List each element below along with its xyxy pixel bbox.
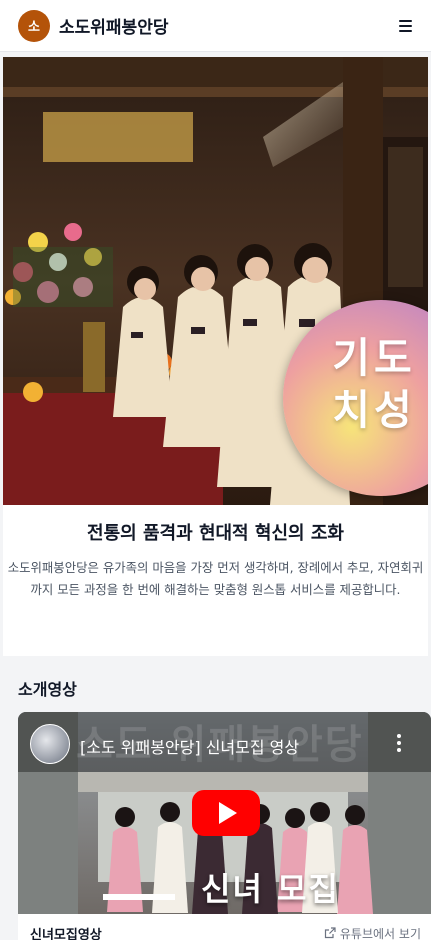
header: 소 소도위패봉안당 [0,0,431,52]
video-name: 신녀모집영상 [30,927,102,940]
logo[interactable]: 소 [18,9,50,42]
youtube-link-label: 유튜브에서 보기 [339,926,421,940]
video-section-title: 소개영상 [18,680,77,699]
play-icon[interactable] [192,790,260,836]
external-link-icon [324,927,336,939]
badge-text: 기도 치성 [332,334,416,434]
page: 소 소도위패봉안당 기도 치성 전통의 품격과 현대적 혁신의 조화 소도위패봉… [0,0,431,940]
video-title[interactable]: [소도 위패봉안당] 신녀모집 영상 [80,734,299,758]
channel-avatar[interactable] [30,724,70,764]
hero-image: 기도 치성 [3,57,428,505]
video-card[interactable]: 소도 위패봉안당 [소도 위패봉안당] 신녀모집 영상 신녀 모집 신녀모집영상… [18,712,431,940]
intro-description: 소도위패봉안당은 유가족의 마음을 가장 먼저 생각하며, 장례에서 추모, 자… [7,560,424,597]
intro-title: 전통의 품격과 현대적 혁신의 조화 [87,523,344,544]
brand-name[interactable]: 소도위패봉안당 [59,13,168,38]
intro-section: 전통의 품격과 현대적 혁신의 조화 소도위패봉안당은 유가족의 마음을 가장 … [3,505,428,656]
hamburger-menu-icon[interactable] [395,15,417,37]
youtube-link[interactable]: 유튜브에서 보기 [324,925,421,940]
video-footer: 신녀모집영상 유튜브에서 보기 [18,914,431,940]
caption-bar [103,894,175,900]
kebab-menu-icon[interactable] [397,734,401,752]
video-caption: 신녀 모집 [201,870,340,908]
video-player[interactable]: 소도 위패봉안당 [소도 위패봉안당] 신녀모집 영상 신녀 모집 [18,712,431,914]
